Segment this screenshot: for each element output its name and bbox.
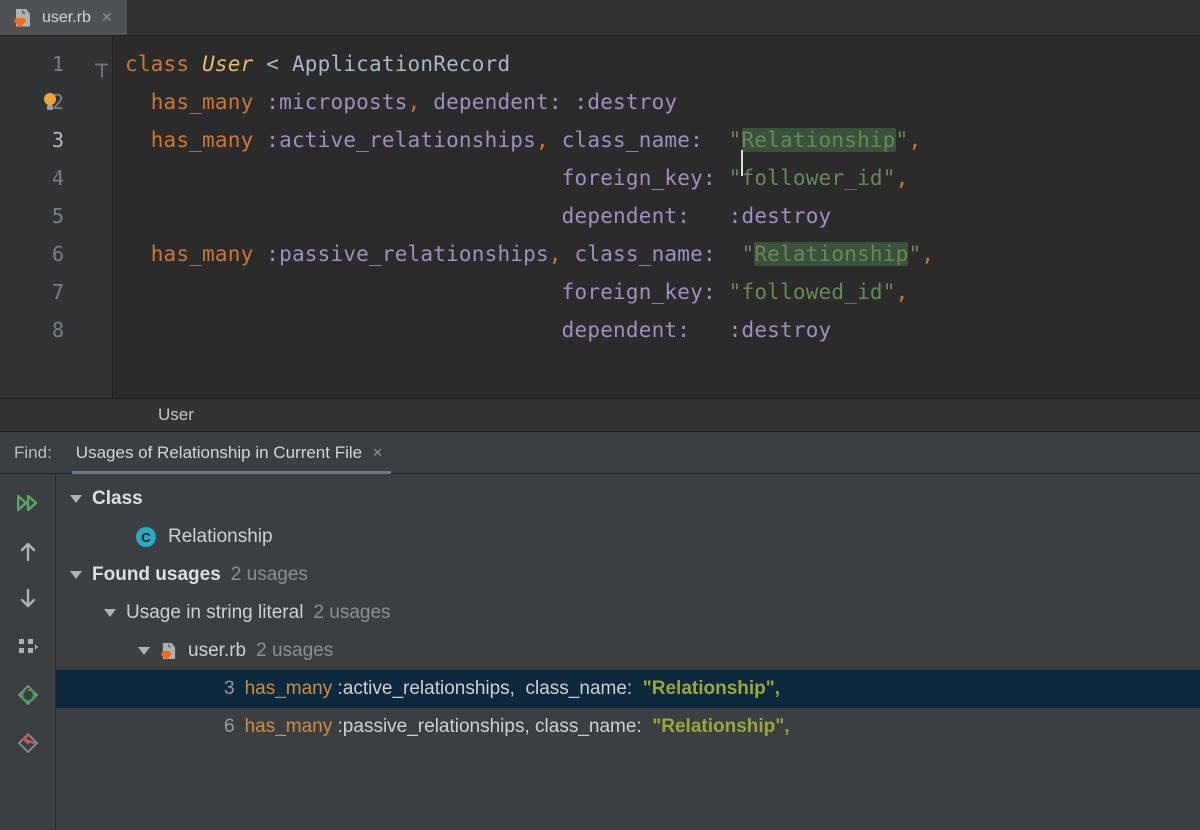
chevron-down-icon bbox=[70, 571, 82, 579]
previous-button[interactable] bbox=[11, 536, 45, 566]
chevron-down-icon bbox=[70, 495, 82, 503]
tree-label: Relationship bbox=[168, 526, 273, 548]
tab-filename: user.rb bbox=[42, 9, 91, 27]
usage-row[interactable]: 3 has_many :active_relationships, class_… bbox=[56, 670, 1200, 708]
line-number: 4 bbox=[52, 166, 64, 190]
group-button[interactable] bbox=[11, 632, 45, 662]
find-toolbar bbox=[0, 474, 56, 830]
rerun-button[interactable] bbox=[11, 488, 45, 518]
breadcrumb-item[interactable]: User bbox=[158, 405, 194, 425]
ide-window: user.rb ✕ 1 2 3 4 5 6 7 8 class User < A… bbox=[0, 0, 1200, 830]
line-number: 8 bbox=[52, 318, 64, 342]
ruby-file-icon bbox=[161, 642, 177, 660]
find-tree[interactable]: Class C Relationship Found usages 2 usag… bbox=[56, 474, 1200, 830]
diamond-cycle-green-icon bbox=[17, 684, 39, 706]
chevron-down-icon bbox=[138, 647, 150, 655]
tree-node-found-usages[interactable]: Found usages 2 usages bbox=[56, 556, 1200, 594]
tree-node-class-name[interactable]: C Relationship bbox=[56, 518, 1200, 556]
tree-node-file[interactable]: user.rb 2 usages bbox=[56, 632, 1200, 670]
editor-tab-strip: user.rb ✕ bbox=[0, 0, 1200, 36]
next-button[interactable] bbox=[11, 584, 45, 614]
editor-tab-user-rb[interactable]: user.rb ✕ bbox=[0, 0, 127, 35]
fold-toggle-icon[interactable] bbox=[95, 58, 108, 71]
line-number: 5 bbox=[52, 204, 64, 228]
code-editor[interactable]: 1 2 3 4 5 6 7 8 class User < Application… bbox=[0, 36, 1200, 398]
ruby-file-icon bbox=[14, 8, 32, 28]
diamond-cycle-red-icon bbox=[17, 732, 39, 754]
find-tool-header: Find: Usages of Relationship in Current … bbox=[0, 432, 1200, 474]
tab-close-icon[interactable]: ✕ bbox=[101, 9, 113, 26]
chevron-down-icon bbox=[104, 609, 116, 617]
intention-bulb-icon[interactable] bbox=[43, 92, 57, 110]
code-area[interactable]: class User < ApplicationRecord has_many … bbox=[113, 36, 1200, 398]
tree-count: 2 usages bbox=[256, 640, 333, 662]
find-label: Find: bbox=[14, 443, 52, 463]
arrow-down-icon bbox=[19, 588, 37, 610]
gutter: 1 2 3 4 5 6 7 8 bbox=[0, 36, 113, 398]
cycle-red-button[interactable] bbox=[11, 728, 45, 758]
tree-label: Found usages bbox=[92, 564, 221, 586]
group-icon bbox=[18, 638, 38, 656]
tree-count: 2 usages bbox=[231, 564, 308, 586]
class-icon: C bbox=[136, 527, 156, 547]
find-tab-title: Usages of Relationship in Current File bbox=[76, 443, 362, 463]
tree-count: 2 usages bbox=[313, 602, 390, 624]
cycle-green-button[interactable] bbox=[11, 680, 45, 710]
usage-line-number: 3 bbox=[224, 678, 235, 700]
line-number: 1 bbox=[52, 52, 64, 76]
find-tab[interactable]: Usages of Relationship in Current File ✕ bbox=[76, 443, 383, 463]
tree-label: Class bbox=[92, 488, 143, 510]
tree-node-string-literal[interactable]: Usage in string literal 2 usages bbox=[56, 594, 1200, 632]
double-play-icon bbox=[17, 494, 39, 512]
find-tab-close-icon[interactable]: ✕ bbox=[372, 445, 383, 461]
usage-line-number: 6 bbox=[224, 716, 235, 738]
arrow-up-icon bbox=[19, 540, 37, 562]
usage-row[interactable]: 6 has_many :passive_relationships, class… bbox=[56, 708, 1200, 746]
breadcrumb-bar: User bbox=[0, 398, 1200, 432]
tree-label: Usage in string literal bbox=[126, 602, 303, 624]
line-number: 6 bbox=[52, 242, 64, 266]
tree-node-class[interactable]: Class bbox=[56, 480, 1200, 518]
line-number: 7 bbox=[52, 280, 64, 304]
find-panel: Class C Relationship Found usages 2 usag… bbox=[0, 474, 1200, 830]
tree-label: user.rb bbox=[188, 640, 246, 662]
line-number: 3 bbox=[52, 128, 64, 152]
